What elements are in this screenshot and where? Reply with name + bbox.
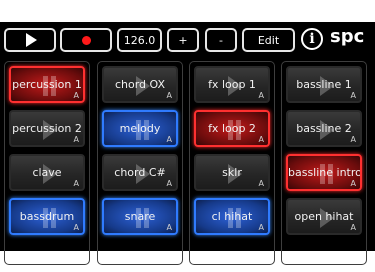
pad-column-3: fx loop 1 Afx loop 2 Asklr Acl hihat A bbox=[189, 61, 275, 265]
record-icon bbox=[81, 35, 91, 45]
toolbar: 126.0 + - Edit i spc bbox=[0, 22, 375, 56]
record-button[interactable] bbox=[60, 28, 112, 52]
tempo-increase-button[interactable]: + bbox=[167, 28, 199, 52]
pad-column-1: percussion 1 Apercussion 2 Aclave Abassdrum… bbox=[4, 61, 90, 265]
clip-pad[interactable]: fx loop 1A bbox=[194, 66, 270, 103]
clip-pad-label: bassline 2 bbox=[296, 122, 352, 135]
clip-pad-label: cl hihat bbox=[211, 210, 253, 223]
clip-pad-bank-letter: A bbox=[350, 223, 356, 232]
clip-pad-bank-letter: A bbox=[258, 223, 264, 232]
clip-pad-label: bassline 1 bbox=[296, 78, 352, 91]
clip-pad-bank-letter: A bbox=[350, 135, 356, 144]
clip-pad-bank-letter: A bbox=[258, 91, 264, 100]
clip-pad-bank-letter: A bbox=[166, 179, 172, 188]
clip-pad[interactable]: chord C# A bbox=[102, 154, 178, 191]
clip-pad[interactable]: bassline intro A bbox=[286, 154, 362, 191]
clip-pad-label: chord C# bbox=[114, 166, 166, 179]
clip-pad[interactable]: fx loop 2A bbox=[194, 110, 270, 147]
sampler-app: 126.0 + - Edit i spc percussion 1 Apercus… bbox=[0, 22, 375, 265]
clip-pad-label: fx loop 2 bbox=[208, 122, 256, 135]
tempo-display[interactable]: 126.0 bbox=[117, 28, 162, 52]
clip-pad-label: sklr bbox=[222, 166, 242, 179]
clip-pad-bank-letter: A bbox=[350, 179, 356, 188]
clip-pad-label: open hihat bbox=[294, 210, 354, 223]
clip-pad-label: melody bbox=[119, 122, 161, 135]
clip-pad-label: percussion 2 bbox=[12, 122, 82, 135]
clip-pad-label: bassline intro bbox=[288, 166, 362, 179]
clip-pad-bank-letter: A bbox=[258, 179, 264, 188]
clip-pad-bank-letter: A bbox=[73, 135, 79, 144]
clip-pad-bank-letter: A bbox=[166, 91, 172, 100]
play-button[interactable] bbox=[4, 28, 56, 52]
clip-pad-bank-letter: A bbox=[350, 91, 356, 100]
clip-pad[interactable]: clave A bbox=[9, 154, 85, 191]
clip-pad-bank-letter: A bbox=[73, 91, 79, 100]
clip-pad-bank-letter: A bbox=[166, 223, 172, 232]
clip-pad-label: chord OX bbox=[114, 78, 166, 91]
tempo-decrease-button[interactable]: - bbox=[205, 28, 237, 52]
clip-pad-label: fx loop 1 bbox=[208, 78, 256, 91]
clip-pad-bank-letter: A bbox=[73, 179, 79, 188]
clip-pad[interactable]: percussion 1A bbox=[9, 66, 85, 103]
clip-pad[interactable]: chord OX A bbox=[102, 66, 178, 103]
pad-column-4: bassline 1 Abassline 2 Abassline intro Aope… bbox=[281, 61, 367, 265]
clip-pad[interactable]: open hihat A bbox=[286, 198, 362, 235]
clip-pad[interactable]: bassline 2A bbox=[286, 110, 362, 147]
clip-pad[interactable]: bassline 1A bbox=[286, 66, 362, 103]
clip-pad-label: bassdrum bbox=[19, 210, 75, 223]
info-icon[interactable]: i bbox=[301, 28, 323, 50]
clip-pad[interactable]: percussion 2A bbox=[9, 110, 85, 147]
clip-pad[interactable]: snare A bbox=[102, 198, 178, 235]
clip-pad-label: clave bbox=[32, 166, 62, 179]
play-icon bbox=[26, 33, 37, 47]
clip-pad-bank-letter: A bbox=[258, 135, 264, 144]
clip-pad[interactable]: bassdrum A bbox=[9, 198, 85, 235]
app-logo: spc bbox=[330, 26, 365, 47]
clip-pad-bank-letter: A bbox=[73, 223, 79, 232]
clip-pad-label: percussion 1 bbox=[12, 78, 82, 91]
pad-column-2: chord OX Amelody Achord C# Asnare A bbox=[97, 61, 183, 265]
clip-pad-label: snare bbox=[124, 210, 156, 223]
clip-pad[interactable]: melody A bbox=[102, 110, 178, 147]
clip-pad[interactable]: sklr A bbox=[194, 154, 270, 191]
clip-pad[interactable]: cl hihat A bbox=[194, 198, 270, 235]
clip-pad-bank-letter: A bbox=[166, 135, 172, 144]
edit-button[interactable]: Edit bbox=[242, 28, 295, 52]
